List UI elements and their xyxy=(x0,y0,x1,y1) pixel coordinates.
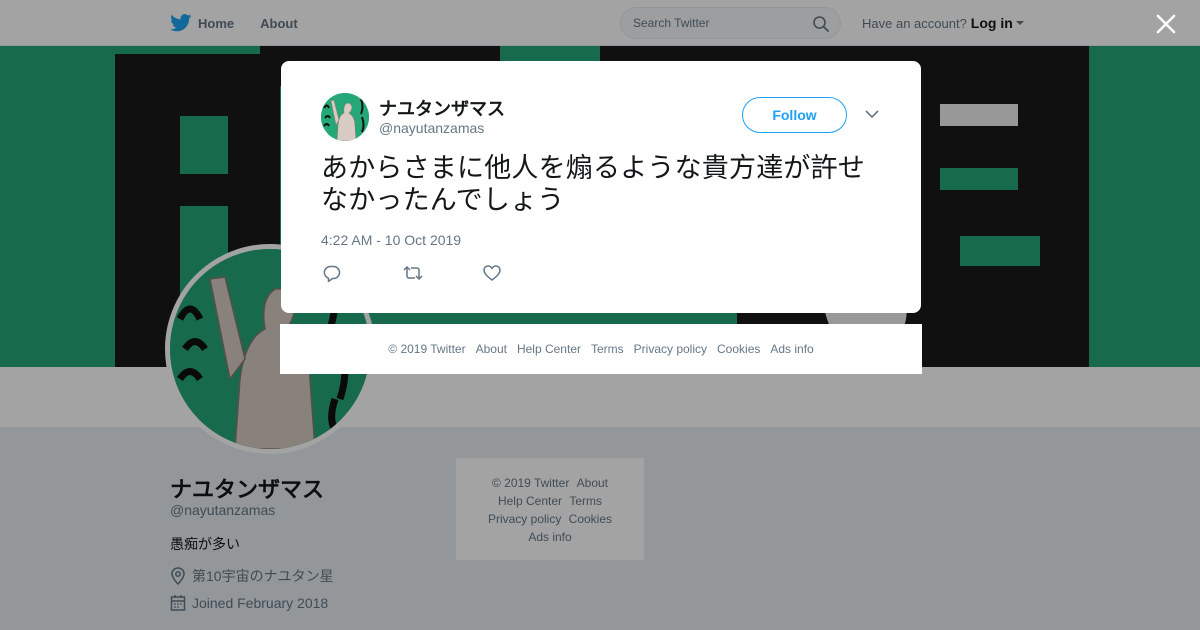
tweet-avatar-artwork xyxy=(321,93,369,141)
footer-terms[interactable]: Terms xyxy=(591,342,624,356)
tweet-timestamp[interactable]: 4:22 AM - 10 Oct 2019 xyxy=(321,232,461,248)
footer-copyright[interactable]: © 2019 Twitter xyxy=(388,342,465,356)
modal-footer: © 2019 Twitter About Help Center Terms P… xyxy=(280,324,922,374)
retweet-icon xyxy=(403,265,423,281)
chevron-down-icon[interactable] xyxy=(865,109,879,119)
footer-privacy-policy[interactable]: Privacy policy xyxy=(634,342,707,356)
like-icon xyxy=(483,265,501,281)
tweet-author-handle[interactable]: @nayutanzamas xyxy=(379,120,484,136)
footer-cookies[interactable]: Cookies xyxy=(717,342,760,356)
tweet-modal: ナユタンザマス @nayutanzamas Follow あからさまに他人を煽る… xyxy=(281,61,921,313)
reply-button[interactable] xyxy=(323,264,403,287)
retweet-button[interactable] xyxy=(403,264,483,287)
like-button[interactable] xyxy=(483,264,563,287)
tweet-actions xyxy=(323,264,563,287)
close-icon[interactable] xyxy=(1155,13,1177,35)
tweet-text: あからさまに他人を煽るような貴方達が許せなかったんでしょう xyxy=(321,153,865,216)
tweet-avatar[interactable] xyxy=(321,93,369,141)
footer-about[interactable]: About xyxy=(476,342,507,356)
footer-ads-info[interactable]: Ads info xyxy=(770,342,813,356)
follow-button[interactable]: Follow xyxy=(742,97,847,133)
reply-icon xyxy=(323,265,341,283)
tweet-author-name[interactable]: ナユタンザマス xyxy=(379,95,505,121)
footer-help-center[interactable]: Help Center xyxy=(517,342,581,356)
